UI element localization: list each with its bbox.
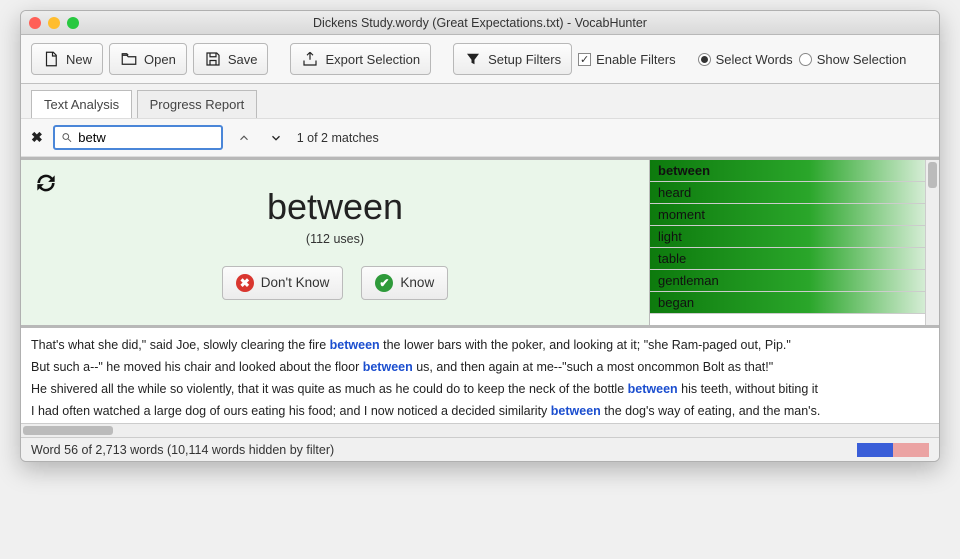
example-line: That's what she did," said Joe, slowly c… [31, 334, 929, 356]
wordlist-row[interactable]: light [650, 226, 939, 248]
check-circle-icon: ✔ [375, 274, 393, 292]
example-line: He shivered all the while so violently, … [31, 378, 929, 400]
wordlist-row[interactable]: began [650, 292, 939, 314]
progress-unknown [893, 443, 929, 457]
app-window: Dickens Study.wordy (Great Expectations.… [20, 10, 940, 462]
show-selection-radio[interactable]: Show Selection [799, 52, 907, 67]
window-title: Dickens Study.wordy (Great Expectations.… [21, 16, 939, 30]
titlebar: Dickens Study.wordy (Great Expectations.… [21, 11, 939, 35]
x-circle-icon: ✖ [236, 274, 254, 292]
wordlist-row[interactable]: moment [650, 204, 939, 226]
word-uses: (112 uses) [306, 232, 364, 246]
know-label: Know [400, 275, 434, 290]
current-word: between [267, 186, 403, 228]
export-label: Export Selection [325, 52, 420, 67]
example-line: I had often watched a large dog of ours … [31, 400, 929, 422]
save-label: Save [228, 52, 258, 67]
radio-on-icon [698, 53, 711, 66]
setup-filters-button[interactable]: Setup Filters [453, 43, 572, 75]
hscroll-thumb[interactable] [23, 426, 113, 435]
refresh-icon[interactable] [33, 170, 59, 196]
progress-indicator [857, 443, 929, 457]
traffic-lights [29, 17, 79, 29]
wordlist-row[interactable]: heard [650, 182, 939, 204]
toolbar: New Open Save Export Selection Setup Fil… [21, 35, 939, 84]
minimize-icon[interactable] [48, 17, 60, 29]
dont-know-button[interactable]: ✖ Don't Know [222, 266, 344, 300]
wordlist-row[interactable]: between [650, 160, 939, 182]
search-input[interactable] [78, 130, 214, 145]
export-button[interactable]: Export Selection [290, 43, 431, 75]
new-label: New [66, 52, 92, 67]
wordlist-row[interactable]: gentleman [650, 270, 939, 292]
close-search-icon[interactable]: ✖ [31, 129, 43, 146]
word-panel: between (112 uses) ✖ Don't Know ✔ Know [21, 160, 649, 325]
prev-match-icon[interactable] [233, 127, 255, 149]
export-icon [301, 50, 319, 68]
new-button[interactable]: New [31, 43, 103, 75]
progress-known [857, 443, 893, 457]
file-icon [42, 50, 60, 68]
status-text: Word 56 of 2,713 words (10,114 words hid… [31, 443, 334, 457]
status-bar: Word 56 of 2,713 words (10,114 words hid… [21, 437, 939, 461]
filter-icon [464, 50, 482, 68]
search-icon [61, 131, 73, 144]
open-label: Open [144, 52, 176, 67]
scrollbar-thumb[interactable] [928, 162, 937, 188]
examples-panel: That's what she did," said Joe, slowly c… [21, 325, 939, 423]
word-buttons: ✖ Don't Know ✔ Know [222, 266, 448, 300]
setup-filters-label: Setup Filters [488, 52, 561, 67]
enable-filters-checkbox[interactable]: ✓ Enable Filters [578, 52, 675, 67]
main-area: between (112 uses) ✖ Don't Know ✔ Know b… [21, 157, 939, 325]
know-button[interactable]: ✔ Know [361, 266, 448, 300]
maximize-icon[interactable] [67, 17, 79, 29]
save-button[interactable]: Save [193, 43, 269, 75]
tab-progress-report[interactable]: Progress Report [137, 90, 258, 118]
search-field[interactable] [53, 125, 223, 150]
save-icon [204, 50, 222, 68]
dont-know-label: Don't Know [261, 275, 330, 290]
search-bar: ✖ 1 of 2 matches [21, 118, 939, 157]
show-selection-label: Show Selection [817, 52, 907, 67]
next-match-icon[interactable] [265, 127, 287, 149]
select-words-radio[interactable]: Select Words [698, 52, 793, 67]
match-count: 1 of 2 matches [297, 131, 379, 145]
checkbox-icon: ✓ [578, 53, 591, 66]
examples-hscrollbar[interactable] [21, 423, 939, 437]
example-line: But such a--" he moved his chair and loo… [31, 356, 929, 378]
tabs: Text Analysis Progress Report [21, 84, 939, 118]
enable-filters-label: Enable Filters [596, 52, 675, 67]
close-icon[interactable] [29, 17, 41, 29]
tab-text-analysis[interactable]: Text Analysis [31, 90, 132, 118]
wordlist-scrollbar[interactable] [925, 160, 939, 325]
radio-off-icon [799, 53, 812, 66]
wordlist-row[interactable]: table [650, 248, 939, 270]
word-list: betweenheardmomentlighttablegentlemanbeg… [649, 160, 939, 325]
open-button[interactable]: Open [109, 43, 187, 75]
select-words-label: Select Words [716, 52, 793, 67]
folder-open-icon [120, 50, 138, 68]
